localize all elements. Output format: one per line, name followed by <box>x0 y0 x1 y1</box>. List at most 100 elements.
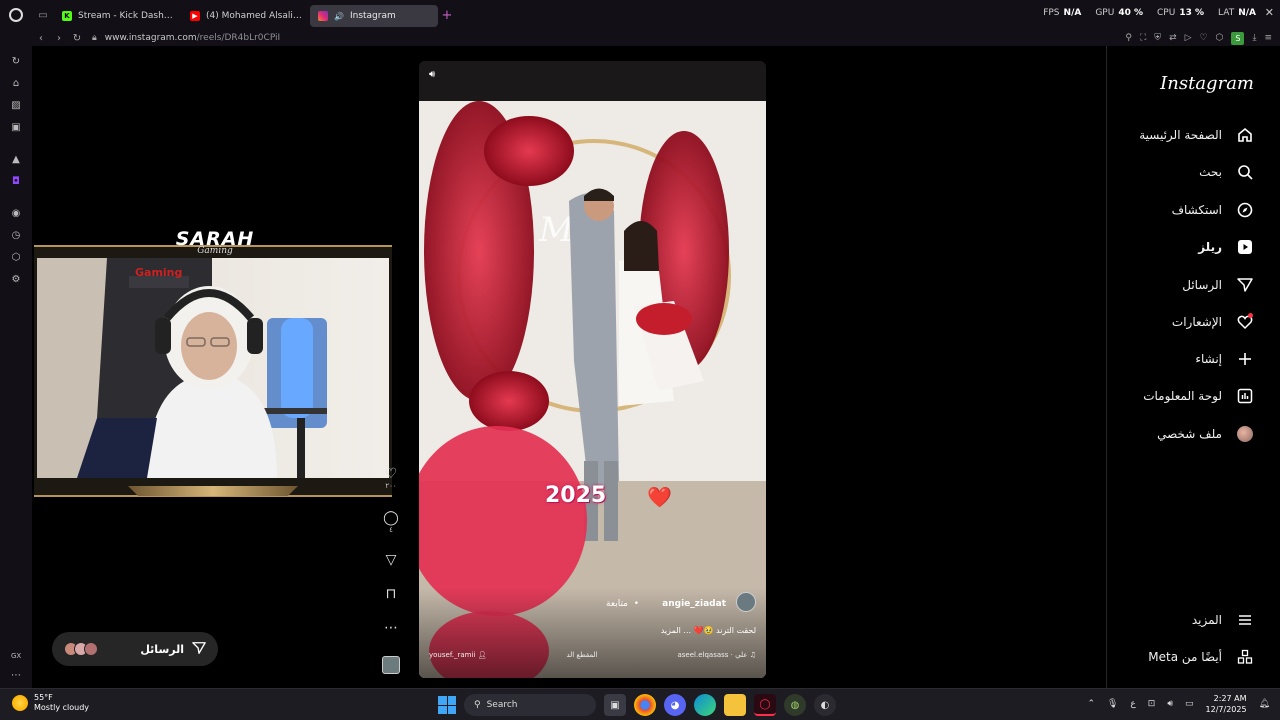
gx-cleaner-icon[interactable]: ⌂ <box>9 76 23 90</box>
back-icon[interactable]: ‹ <box>32 33 50 44</box>
reload-icon[interactable]: ↻ <box>68 33 86 44</box>
separator-dot: • <box>633 599 639 609</box>
lock-icon[interactable]: 🔒︎ <box>92 33 97 43</box>
more-options-button[interactable]: ⋯ <box>376 620 406 636</box>
close-window-icon[interactable]: ✕ <box>1265 6 1274 19</box>
new-tab-button[interactable]: + <box>438 6 456 24</box>
forward-icon[interactable]: › <box>50 33 68 44</box>
windows-taskbar: 55°F Mostly cloudy ⚲ Search ▣ ◕ ◯ ◍ ◐ ⌃ … <box>0 688 1280 720</box>
file-explorer-icon[interactable] <box>724 694 746 716</box>
nav-more[interactable]: المزيد <box>1192 607 1254 633</box>
message-avatars <box>64 642 98 656</box>
download-icon[interactable]: ⤓ <box>1252 33 1256 43</box>
settings-icon[interactable]: ⚙ <box>9 272 23 286</box>
webcam-feed: Gaming <box>37 258 389 478</box>
tab-instagram[interactable]: 🔊 Instagram <box>310 5 438 27</box>
language-indicator[interactable]: ع <box>1130 699 1135 709</box>
play-icon[interactable]: ▷ <box>1185 33 1192 43</box>
comment-button[interactable]: ◯ ٤ <box>376 510 406 534</box>
nav-search[interactable]: بحث <box>1199 159 1254 185</box>
taskbar-clock[interactable]: 2:27 AM 12/7/2025 <box>1206 693 1247 715</box>
account-avatar[interactable]: S <box>1231 31 1245 45</box>
history-icon[interactable]: ◷ <box>9 228 23 242</box>
like-button[interactable]: ♡ ٢٠٠ <box>376 466 406 490</box>
music-player-icon[interactable]: ◉ <box>9 206 23 220</box>
comment-icon: ◯ <box>383 510 399 526</box>
opera-gx-logo-icon[interactable] <box>0 0 32 30</box>
url-field[interactable]: www.instagram.com/reels/DR4bLr0CPiI <box>105 33 280 43</box>
audio-thumbnail[interactable] <box>376 656 406 674</box>
extensions-icon[interactable]: ⬡ <box>1216 33 1224 43</box>
notifications-icon[interactable]: 🔔︎ <box>1259 699 1270 709</box>
player-icon[interactable]: ▣ <box>9 120 23 134</box>
tab-islands-icon[interactable]: ▭ <box>32 0 54 30</box>
fps-stat: FPS N/A <box>1043 8 1082 18</box>
follow-button[interactable]: متابعة <box>606 599 628 609</box>
menu-icon[interactable]: ≡ <box>1264 33 1272 43</box>
app-icon[interactable]: ◍ <box>784 694 806 716</box>
chrome-icon[interactable] <box>634 694 656 716</box>
opera-gx-taskbar-icon[interactable]: ◯ <box>754 694 776 716</box>
chevron-up-icon[interactable]: ⌃ <box>1087 699 1095 709</box>
shield-icon[interactable]: ⛨ <box>1154 33 1161 43</box>
nav-dashboard[interactable]: لوحة المعلومات <box>1143 383 1254 409</box>
reel-video-image: Ma <box>419 61 766 678</box>
bookmark-icon: ⊓ <box>385 586 397 602</box>
nav-profile[interactable]: ملف شخصي <box>1157 421 1254 447</box>
gpu-stat: GPU 40 % <box>1095 8 1144 18</box>
reel-audio-row[interactable]: yousef._ramii 👤︎ المقطع الد aseel.elqasa… <box>429 651 756 659</box>
nav-create[interactable]: إنشاء <box>1195 346 1254 372</box>
sidebar-more-icon[interactable]: ⋯ <box>11 670 21 681</box>
cpu-stat: CPU 13 % <box>1157 8 1205 18</box>
reel-year-text: 2025 <box>545 483 607 508</box>
pin-icon[interactable]: ⚲ <box>1125 33 1132 43</box>
audio-credit[interactable]: aseel.elqasass · علي ♫ <box>678 651 756 659</box>
author-username[interactable]: angie_ziadat <box>662 599 726 609</box>
plus-icon <box>1236 350 1254 368</box>
taskbar-search[interactable]: ⚲ Search <box>464 694 596 716</box>
avatar <box>84 642 98 656</box>
nav-notifications[interactable]: الإشعارات <box>1172 309 1254 335</box>
messages-pill[interactable]: الرسائل <box>52 632 218 666</box>
home-icon <box>1236 126 1254 144</box>
address-bar-tools: ⚲ ⛶ ⛨ ⇄ ▷ ♡ ⬡ S ⤓ ≡ <box>1125 30 1272 46</box>
aria-icon[interactable]: ▲ <box>9 152 23 166</box>
share-button[interactable]: ▽ <box>376 552 406 568</box>
obs-icon[interactable]: ◐ <box>814 694 836 716</box>
extensions-sidebar-icon[interactable]: ⬡ <box>9 250 23 264</box>
tab-youtube[interactable]: ▶ (4) Mohamed Alsalim - A <box>182 5 310 27</box>
volume-icon[interactable]: 🔊︎ <box>1167 699 1173 709</box>
reel-caption-text[interactable]: لحقت الترند 🥹❤️ ... المزيد <box>661 626 756 635</box>
instagram-logo[interactable]: Instagram <box>1160 73 1254 94</box>
microphone-icon[interactable]: 🎙︎ <box>1107 699 1118 709</box>
profile-avatar <box>1236 425 1254 443</box>
edge-icon[interactable] <box>694 694 716 716</box>
windows-start-icon[interactable] <box>438 696 456 714</box>
gx-corner-icon[interactable]: ▨ <box>9 98 23 112</box>
twitch-icon[interactable]: ◘ <box>9 174 23 188</box>
snapshot-icon[interactable]: ⛶ <box>1140 33 1146 43</box>
more-icon: ⋯ <box>384 620 398 636</box>
messages-pill-label: الرسائل <box>140 641 206 658</box>
gx-control-icon[interactable]: ↻ <box>9 54 23 68</box>
task-view-icon[interactable]: ▣ <box>604 694 626 716</box>
tagged-user[interactable]: yousef._ramii 👤︎ <box>429 651 487 659</box>
translate-icon[interactable]: ⇄ <box>1169 33 1177 43</box>
nav-reels[interactable]: ريلز <box>1198 234 1254 260</box>
tab-kick-dashboard[interactable]: K Stream - Kick Dashboard <box>54 5 182 27</box>
nav-home[interactable]: الصفحة الرئيسية <box>1139 122 1254 148</box>
reel-video[interactable]: Ma 🔊︎ 2025 ❤️ angie_ziadat • متابعة لحقت… <box>419 61 766 678</box>
bookmark-heart-icon[interactable]: ♡ <box>1200 33 1208 43</box>
nav-messages[interactable]: الرسائل <box>1182 272 1254 298</box>
volume-icon[interactable]: 🔊︎ <box>429 69 435 80</box>
author-avatar[interactable] <box>736 592 756 612</box>
save-button[interactable]: ⊓ <box>376 586 406 602</box>
nav-also-from-meta[interactable]: أيضًا من Meta <box>1148 644 1254 670</box>
weather-widget[interactable]: 55°F Mostly cloudy <box>12 693 89 713</box>
network-icon[interactable]: ⊡ <box>1148 699 1156 709</box>
tab-audio-icon[interactable]: 🔊 <box>334 12 344 21</box>
screen: ▭ K Stream - Kick Dashboard ▶ (4) Mohame… <box>0 0 1280 720</box>
discord-icon[interactable]: ◕ <box>664 694 686 716</box>
battery-icon[interactable]: ▭ <box>1185 699 1194 709</box>
nav-explore[interactable]: استكشاف <box>1172 197 1254 223</box>
